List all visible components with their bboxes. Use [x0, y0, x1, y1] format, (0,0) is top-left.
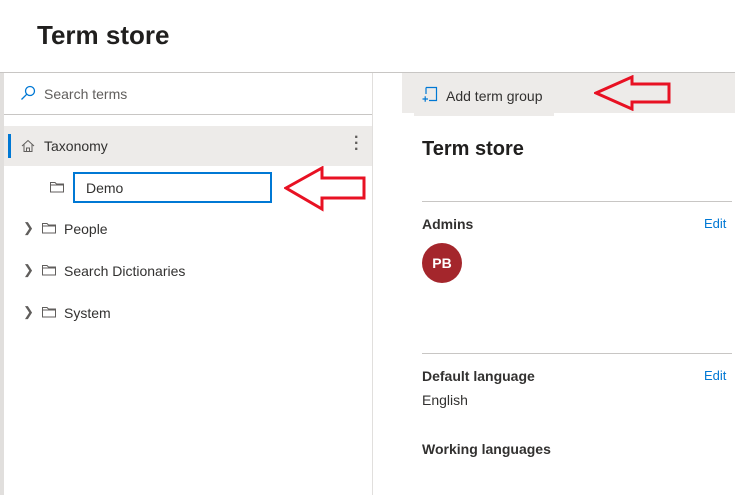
chevron-right-icon[interactable]: ❯ [23, 220, 34, 236]
tree-item-search-dictionaries[interactable]: ❯ Search Dictionaries [4, 251, 372, 291]
search-box[interactable]: Search terms [4, 73, 372, 115]
chevron-right-icon[interactable]: ❯ [23, 262, 34, 278]
default-language-label: Default language [422, 368, 535, 384]
tree-item-label: Search Dictionaries [64, 263, 186, 279]
annotation-arrow [594, 75, 671, 111]
folder-icon [42, 265, 56, 276]
annotation-arrow [284, 166, 366, 212]
edit-language-link[interactable]: Edit [704, 368, 726, 383]
chevron-right-icon[interactable]: ❯ [23, 304, 34, 320]
pane-divider [372, 73, 373, 495]
tree-item-label: Taxonomy [44, 138, 108, 154]
selection-indicator [8, 134, 11, 158]
add-term-group-button[interactable]: Add term group [414, 73, 554, 116]
edit-admins-link[interactable]: Edit [704, 216, 726, 231]
tree-item-label: People [64, 221, 108, 237]
tree-item-people[interactable]: ❯ People [4, 209, 372, 249]
add-group-icon [422, 86, 438, 102]
folder-icon [50, 182, 64, 193]
more-options-icon[interactable]: · · · [354, 130, 359, 158]
new-term-group-input[interactable]: Demo [73, 172, 272, 203]
admins-label: Admins [422, 216, 474, 232]
tree-item-taxonomy[interactable]: Taxonomy · · · [4, 126, 372, 166]
search-icon [21, 85, 36, 100]
folder-icon [42, 223, 56, 234]
tree-item-system[interactable]: ❯ System [4, 293, 372, 333]
folder-icon [42, 307, 56, 318]
divider [422, 353, 732, 354]
add-term-group-label: Add term group [446, 88, 543, 104]
working-languages-label: Working languages [422, 441, 551, 457]
details-title: Term store [422, 138, 524, 160]
avatar[interactable]: PB [422, 243, 462, 283]
page-title: Term store [37, 20, 170, 50]
search-input[interactable]: Search terms [44, 86, 127, 102]
divider [422, 201, 732, 202]
tree-item-label: System [64, 305, 111, 321]
home-icon [21, 139, 35, 152]
default-language-value: English [422, 392, 468, 408]
